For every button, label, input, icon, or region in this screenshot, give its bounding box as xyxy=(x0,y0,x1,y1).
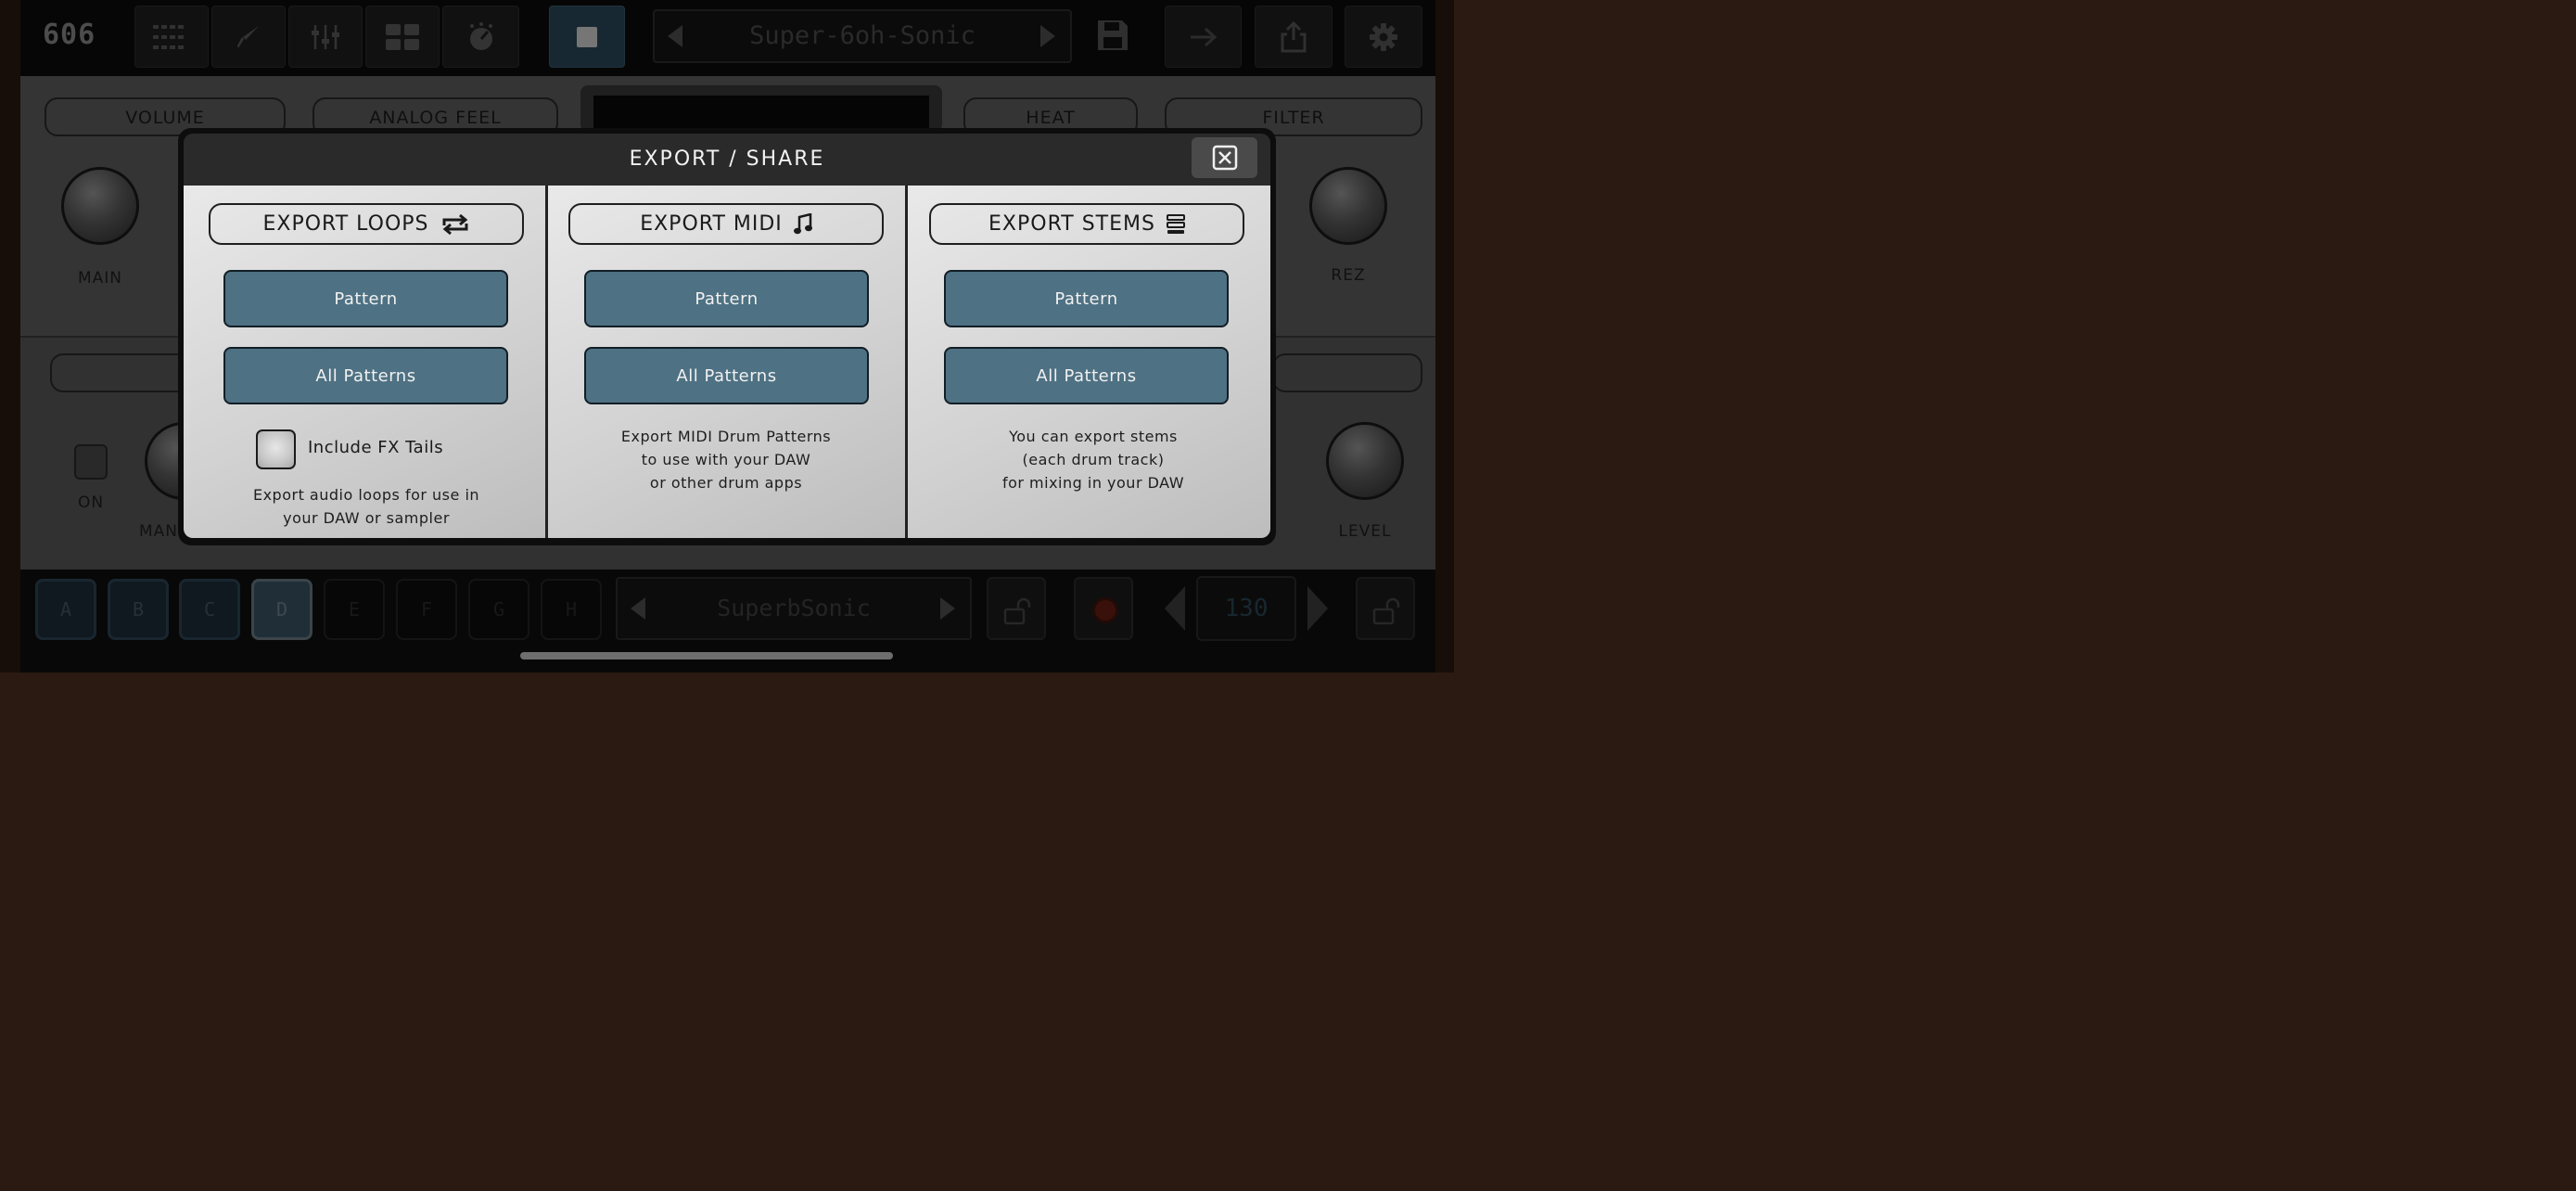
export-stems-heading-text: EXPORT STEMS xyxy=(988,212,1155,236)
stems-stack-icon xyxy=(1166,213,1185,234)
description-line: Export MIDI Drum Patterns xyxy=(620,428,832,445)
description-line: for mixing in your DAW xyxy=(1001,474,1185,492)
home-indicator[interactable] xyxy=(520,652,893,660)
export-midi-description: Export MIDI Drum Patterns to use with yo… xyxy=(568,425,884,494)
description-line: Export audio loops for use in xyxy=(252,486,480,504)
close-button[interactable] xyxy=(1192,137,1257,178)
export-stems-heading: EXPORT STEMS xyxy=(929,203,1244,245)
export-loops-heading-text: EXPORT LOOPS xyxy=(262,212,429,236)
description-line: You can export stems xyxy=(1009,428,1178,445)
export-midi-pattern-button[interactable]: Pattern xyxy=(584,270,869,327)
description-line: (each drum track) xyxy=(1022,451,1165,468)
export-midi-heading-text: EXPORT MIDI xyxy=(640,212,783,236)
export-loops-all-patterns-button[interactable]: All Patterns xyxy=(223,347,508,404)
export-stems-all-patterns-button[interactable]: All Patterns xyxy=(944,347,1229,404)
export-midi-heading: EXPORT MIDI xyxy=(568,203,884,245)
music-note-icon xyxy=(793,212,812,234)
export-loops-pattern-button[interactable]: Pattern xyxy=(223,270,508,327)
export-midi-all-patterns-button[interactable]: All Patterns xyxy=(584,347,869,404)
export-stems-description: You can export stems (each drum track) f… xyxy=(936,425,1251,494)
close-icon xyxy=(1212,145,1237,171)
export-loops-description: Export audio loops for use in your DAW o… xyxy=(209,483,524,530)
loop-arrows-icon xyxy=(442,213,467,235)
dialog-title: EXPORT / SHARE xyxy=(629,147,825,171)
export-loops-heading: EXPORT LOOPS xyxy=(209,203,524,245)
description-line: or other drum apps xyxy=(649,474,803,492)
export-stems-pattern-button[interactable]: Pattern xyxy=(944,270,1229,327)
description-line: to use with your DAW xyxy=(641,451,811,468)
description-line: your DAW or sampler xyxy=(283,509,450,527)
include-fx-tails-label[interactable]: Include FX Tails xyxy=(308,438,443,457)
include-fx-tails-checkbox[interactable] xyxy=(256,429,296,469)
